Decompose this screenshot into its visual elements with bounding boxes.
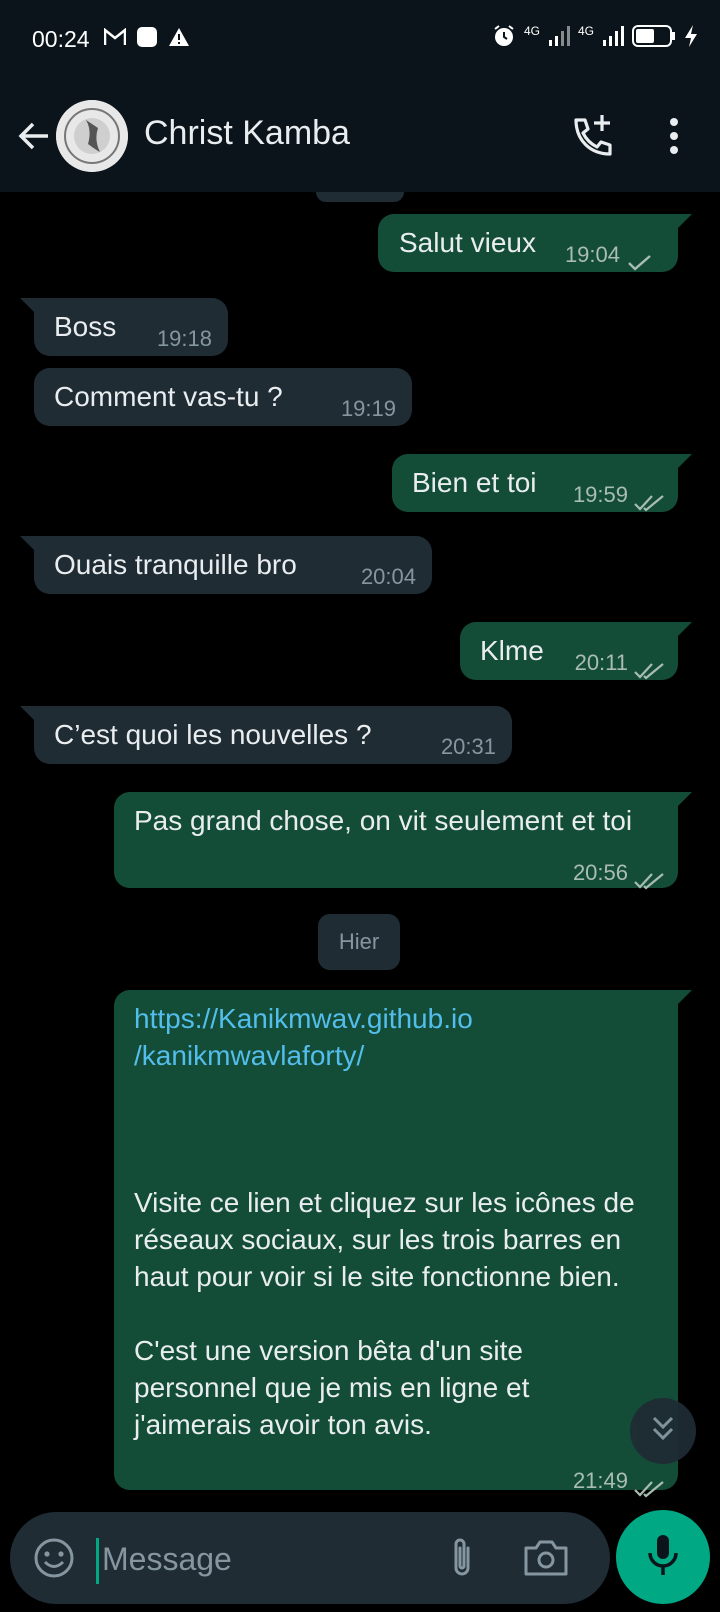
single-check-icon	[626, 246, 654, 271]
message-meta: 19:59	[572, 476, 664, 513]
message-time: 19:19	[340, 396, 396, 421]
message-text: Klme	[480, 635, 544, 666]
message-text: Boss	[54, 311, 117, 342]
warning-icon	[168, 27, 190, 52]
message-outgoing[interactable]: Klme 20:11	[460, 622, 692, 681]
avatar[interactable]	[56, 100, 128, 172]
mic-button[interactable]	[616, 1510, 710, 1604]
message-time: 20:56	[572, 860, 628, 885]
status-bar: 00:24 4G 4G	[0, 0, 720, 80]
message-outgoing[interactable]: Pas grand chose, on vit seulement et toi…	[114, 792, 692, 891]
gmail-icon	[103, 27, 127, 51]
attach-icon[interactable]	[442, 1534, 482, 1582]
message-meta: 20:11	[574, 644, 664, 681]
message-outgoing[interactable]: Salut vieux 19:04	[378, 214, 692, 273]
back-arrow-icon[interactable]	[14, 116, 54, 156]
composer	[10, 1512, 610, 1604]
add-call-icon[interactable]	[568, 112, 616, 160]
camera-icon[interactable]	[522, 1536, 570, 1580]
chat-header: Christ Kamba	[0, 80, 720, 192]
double-check-icon	[634, 1472, 664, 1497]
emoji-icon[interactable]	[32, 1536, 76, 1580]
message-time: 20:11	[574, 650, 628, 675]
message-time: 19:18	[156, 326, 212, 351]
link-line-2[interactable]: /kanikmwavlaforty/	[134, 1040, 364, 1071]
double-check-icon	[634, 654, 664, 679]
alarm-icon	[492, 24, 516, 53]
conversation[interactable]: Salut vieux 19:04 Boss 19:18 Comment vas…	[0, 192, 720, 1508]
text-caret	[96, 1538, 99, 1584]
double-check-icon	[634, 486, 664, 511]
app-notification-icon	[136, 26, 158, 53]
message-outgoing[interactable]: Bien et toi 19:59	[392, 454, 692, 513]
message-text: Pas grand chose, on vit seulement et toi	[134, 805, 633, 836]
message-incoming[interactable]: Ouais tranquille bro 20:04	[20, 536, 432, 594]
signal-icon	[548, 25, 570, 52]
message-text: Visite ce lien et cliquez sur les icônes…	[134, 1187, 635, 1440]
message-time: 19:59	[572, 482, 628, 507]
message-text: C’est quoi les nouvelles ?	[54, 719, 372, 750]
message-incoming[interactable]: Comment vas-tu ? 19:19	[34, 368, 412, 426]
message-time: 20:04	[360, 564, 416, 589]
battery-icon	[632, 24, 676, 53]
message-text: Bien et toi	[412, 467, 537, 498]
day-separator: Hier	[318, 914, 400, 970]
more-vert-icon[interactable]	[660, 114, 688, 158]
message-outgoing[interactable]: https://Kanikmwav.github.io/kanikmwavlaf…	[114, 990, 692, 1497]
message-input[interactable]	[100, 1530, 434, 1588]
message-meta: 21:49	[572, 1462, 664, 1499]
message-incoming[interactable]: Boss 19:18	[20, 298, 228, 356]
message-incoming[interactable]: C’est quoi les nouvelles ? 20:31	[20, 706, 512, 764]
double-chevron-down-icon	[648, 1414, 678, 1449]
link-line-1[interactable]: https://Kanikmwav.github.io	[134, 1003, 473, 1034]
network-type-2: 4G	[577, 23, 594, 38]
charging-icon	[684, 24, 698, 53]
message-text: Ouais tranquille bro	[54, 549, 297, 580]
message-link[interactable]: https://Kanikmwav.github.io/kanikmwavlaf…	[134, 1000, 473, 1074]
network-type-1: 4G	[523, 23, 540, 38]
day-chip-partial	[316, 192, 404, 202]
message-text: Salut vieux	[399, 227, 536, 258]
message-meta: 19:04	[565, 236, 654, 273]
scroll-to-bottom-button[interactable]	[630, 1398, 696, 1464]
message-time: 19:04	[564, 242, 620, 267]
message-meta: 20:56	[572, 854, 664, 891]
message-text: Comment vas-tu ?	[54, 381, 283, 412]
message-time: 21:49	[572, 1468, 628, 1493]
signal-icon	[602, 25, 624, 52]
contact-name[interactable]: Christ Kamba	[144, 114, 350, 153]
mic-icon	[645, 1533, 681, 1582]
double-check-icon	[634, 864, 664, 889]
message-time: 20:31	[440, 734, 496, 759]
status-time: 00:24	[32, 26, 90, 52]
